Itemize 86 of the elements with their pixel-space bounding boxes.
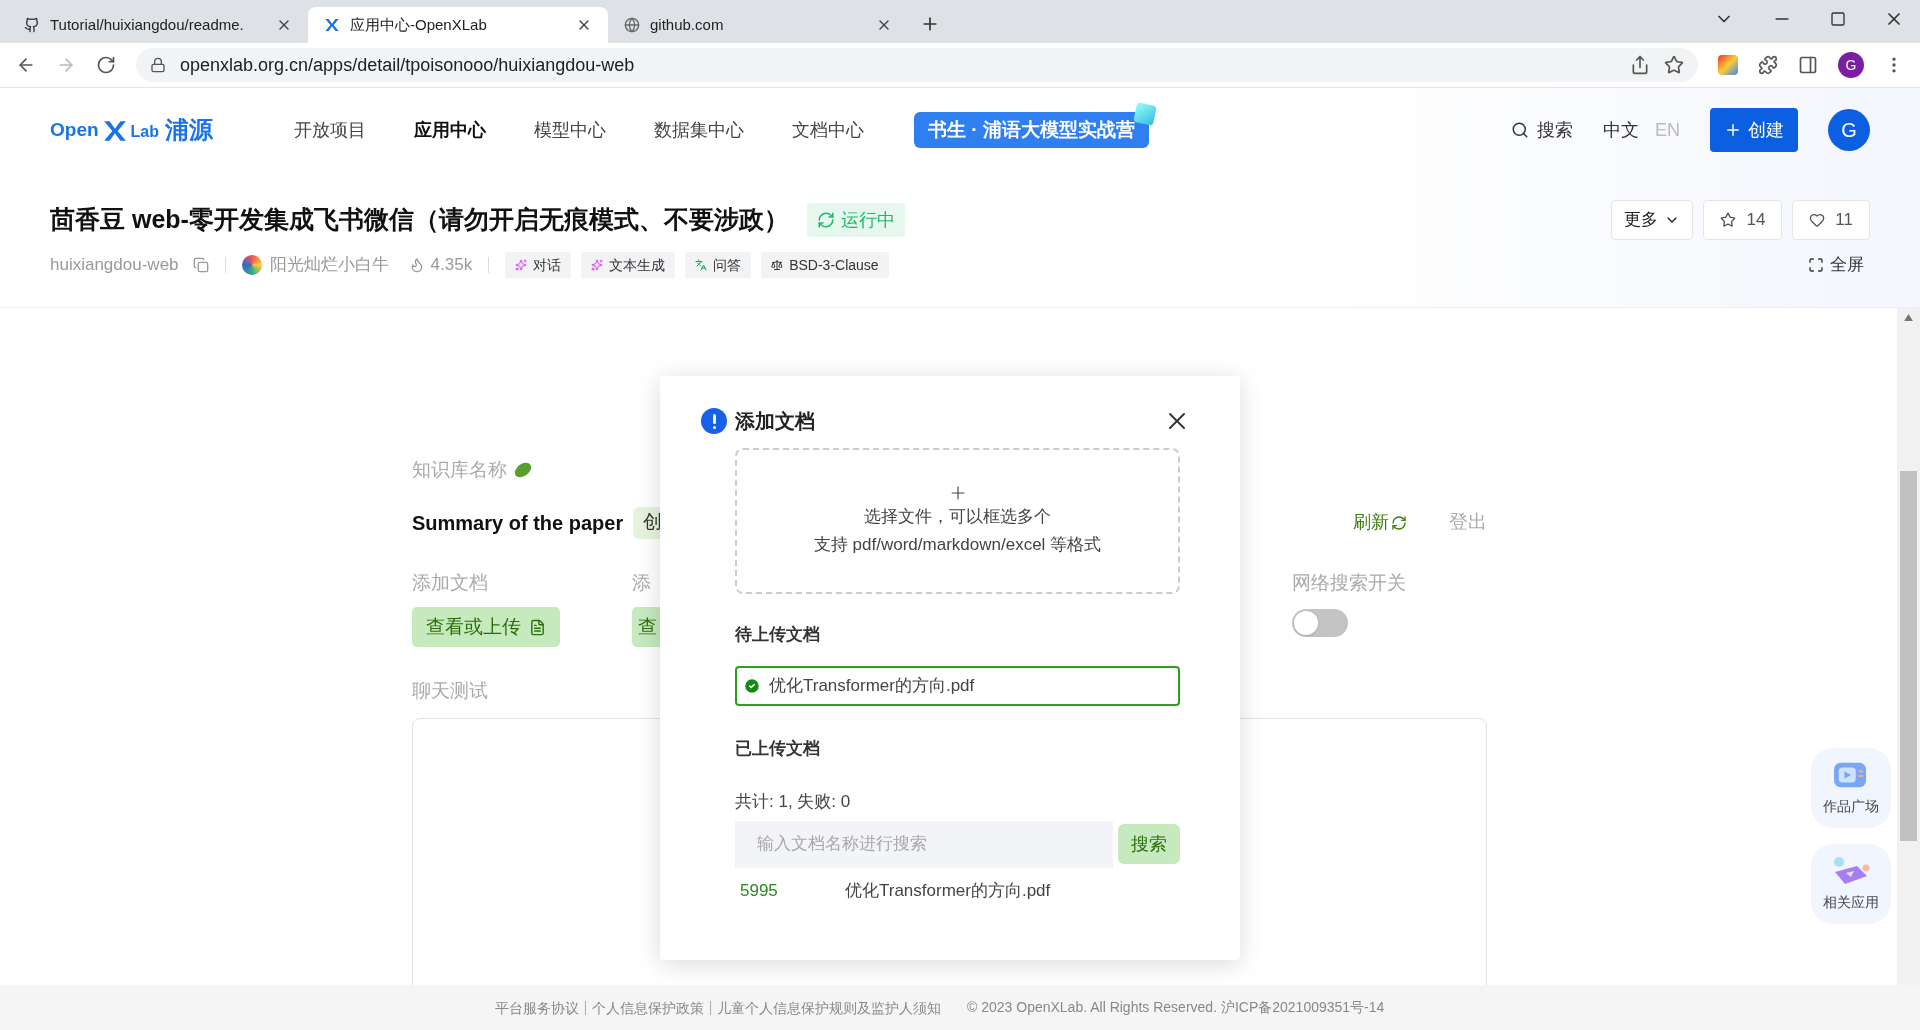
tab-title: Tutorial/huixiangdou/readme. <box>50 14 245 35</box>
document-id: 5995 <box>739 879 779 902</box>
site-logo[interactable]: Open Lab 浦源 <box>50 115 294 145</box>
cube-icon <box>1133 102 1157 126</box>
floating-shortcut[interactable]: 作品广场 <box>1811 748 1891 828</box>
refresh-icon <box>1391 514 1407 531</box>
search-link[interactable]: 搜索 <box>1511 116 1573 144</box>
heart-icon <box>1809 212 1826 228</box>
fullscreen-icon <box>1808 257 1824 273</box>
sparkle-icon <box>591 259 604 271</box>
x-logo-icon <box>324 17 340 33</box>
tab-title: github.com <box>650 14 725 35</box>
scrollbar[interactable] <box>1897 308 1920 985</box>
document-icon <box>529 618 546 636</box>
fullscreen-link[interactable]: 全屏 <box>1808 252 1864 278</box>
upload-summary: 共计: 1, 失败: 0 <box>735 791 852 813</box>
side-panel-icon[interactable] <box>1798 55 1818 75</box>
lock-icon <box>150 57 166 73</box>
search-icon <box>1511 121 1529 139</box>
translate-icon <box>695 259 708 271</box>
extensions-icon[interactable] <box>1758 55 1778 75</box>
field-label: 添加文档 <box>412 570 489 595</box>
check-icon <box>743 676 761 695</box>
section-title: 已上传文档 <box>735 737 821 760</box>
github-icon <box>24 17 40 33</box>
promo-banner[interactable]: 书生 · 浦语大模型实战营 <box>914 112 1149 148</box>
create-button[interactable]: 创建 <box>1710 108 1798 152</box>
field-label: 知识库名称 <box>412 458 507 482</box>
author-avatar <box>241 255 262 275</box>
tab-title: 应用中心-OpenXLab <box>350 14 488 35</box>
floating-shortcut[interactable]: 相关应用 <box>1811 844 1891 924</box>
nav-link[interactable]: 开放项目 <box>294 116 366 144</box>
nav-link[interactable]: 数据集中心 <box>654 116 744 144</box>
section-title: 待上传文档 <box>735 624 821 646</box>
upload-button[interactable]: 查看或上传 <box>412 607 560 647</box>
url-text: openxlab.org.cn/apps/detail/tpoisonooo/huixiangdou-web <box>180 53 636 77</box>
globe-icon <box>624 17 640 33</box>
nav-link[interactable]: 文档中心 <box>792 116 864 144</box>
drop-zone-hint: 支持 pdf/word/markdown/excel 等格式 <box>813 534 1102 556</box>
field-label: 聊天测试 <box>412 680 488 701</box>
address-bar[interactable]: openxlab.org.cn/apps/detail/tpoisonooo/huixiangdou-web <box>136 48 1698 82</box>
tag: 文本生成 <box>581 252 676 278</box>
copy-icon[interactable] <box>192 257 209 273</box>
user-avatar[interactable]: G <box>1828 109 1870 151</box>
refresh-icon <box>816 211 835 229</box>
file-name: 优化Transformer的方向.pdf <box>769 674 975 697</box>
document-name: 优化Transformer的方向.pdf <box>845 879 1051 902</box>
star-icon <box>1720 212 1737 228</box>
tag: BSD-3-Clause <box>761 252 889 278</box>
browser-tab[interactable]: Tutorial/huixiangdou/readme. <box>8 7 308 43</box>
share-icon[interactable] <box>1630 55 1650 75</box>
plus-icon <box>1724 121 1742 139</box>
sparkle-icon <box>515 259 528 271</box>
star-button[interactable]: 14 <box>1703 200 1783 240</box>
nav-link[interactable]: 模型中心 <box>534 116 606 144</box>
more-dropdown[interactable]: 更多 <box>1611 200 1694 240</box>
browser-tab[interactable]: github.com <box>608 7 908 43</box>
language-option[interactable]: 中文 <box>1603 116 1639 144</box>
upload-button[interactable]: 查 <box>632 607 660 647</box>
field-label: 网络搜索开关 <box>1292 570 1407 595</box>
browser-tab[interactable]: 应用中心-OpenXLab <box>308 7 608 43</box>
copyright-text: © 2023 OpenXLab. All Rights Reserved. 沪ICP备2021009351号-14 <box>967 998 1385 1017</box>
view-count: 4.35k <box>430 254 473 277</box>
knowledge-base-name: Summary of the paper <box>412 510 624 536</box>
reload-icon[interactable] <box>96 55 116 75</box>
field-label: 添 <box>632 570 652 595</box>
app-slug: huixiangdou-web <box>50 254 179 277</box>
like-button[interactable]: 11 <box>1792 200 1870 240</box>
restore-icon[interactable] <box>1830 11 1846 27</box>
nav-link[interactable]: 应用中心 <box>414 116 486 144</box>
web-search-toggle[interactable] <box>1292 609 1348 637</box>
tag: 问答 <box>685 252 752 278</box>
drop-zone-hint: 选择文件，可以框选多个 <box>864 506 1051 528</box>
refresh-link[interactable]: 刷新 <box>1353 509 1407 536</box>
profile-avatar[interactable]: G <box>1838 52 1864 78</box>
dialog-title: 添加文档 <box>735 409 815 434</box>
document-search-field[interactable]: 输入文档名称进行搜索 <box>735 820 1113 868</box>
bookmark-star-icon[interactable] <box>1664 55 1684 75</box>
info-icon <box>701 408 727 434</box>
status-badge: 运行中 <box>806 203 905 237</box>
search-button[interactable]: 搜索 <box>1117 824 1180 864</box>
tag: 对话 <box>505 252 572 278</box>
scale-icon <box>771 259 784 271</box>
app-title: 茴香豆 web-零开发集成飞书微信（请勿开启无痕模式、不要涉政） <box>50 204 789 236</box>
scroll-up-icon[interactable] <box>1904 314 1913 321</box>
file-drop-zone[interactable]: 选择文件，可以框选多个 支持 pdf/word/markdown/excel 等格式 <box>735 448 1180 594</box>
